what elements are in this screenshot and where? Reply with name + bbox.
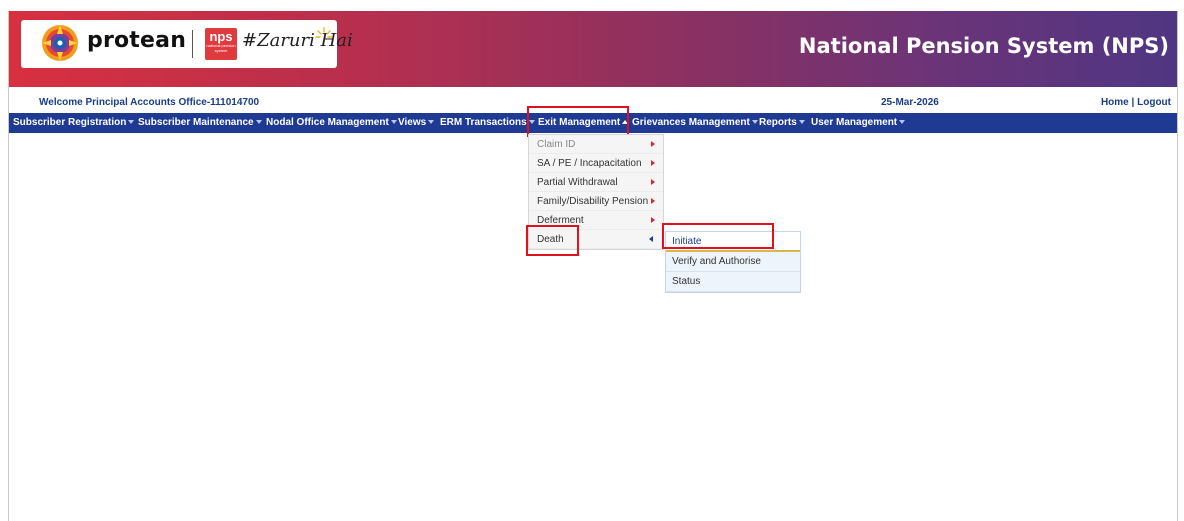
menu-label: Subscriber Registration xyxy=(13,117,127,128)
main-menu-bar: Subscriber Registration Subscriber Maint… xyxy=(9,113,1177,133)
caret-down-icon xyxy=(798,120,805,125)
brand-logos: protean nps national pension system #Zar… xyxy=(21,20,353,68)
sun-rays-icon xyxy=(315,27,333,38)
caret-down-icon xyxy=(390,120,397,125)
logo-divider xyxy=(192,30,193,58)
menu-subscriber-registration[interactable]: Subscriber Registration xyxy=(13,113,135,133)
death-submenu: Initiate Verify and Authorise Status xyxy=(665,231,801,293)
dropdown-item-sa-pe-incapacitation[interactable]: SA / PE / Incapacitation xyxy=(529,154,663,173)
caret-right-icon xyxy=(651,160,655,166)
caret-down-icon xyxy=(899,120,906,125)
dropdown-item-deferment[interactable]: Deferment xyxy=(529,211,663,230)
top-cropped-strip xyxy=(0,0,1184,11)
nps-badge-subtext: national pension system xyxy=(206,43,236,53)
dropdown-item-label: Deferment xyxy=(537,215,584,226)
tagline: #Zaruri Hai xyxy=(242,30,353,51)
dropdown-item-death[interactable]: Death xyxy=(529,230,663,249)
menu-user-management[interactable]: User Management xyxy=(811,113,906,133)
menu-label: Subscriber Maintenance xyxy=(138,117,254,128)
menu-erm-transactions[interactable]: ERM Transactions xyxy=(440,113,535,133)
site-header: protean nps national pension system #Zar… xyxy=(9,11,1177,87)
welcome-text: Welcome Principal Accounts Office-111014… xyxy=(39,97,260,108)
menu-grievances-management[interactable]: Grievances Management xyxy=(632,113,758,133)
submenu-item-verify-and-authorise[interactable]: Verify and Authorise xyxy=(666,252,800,272)
menu-views[interactable]: Views xyxy=(398,113,435,133)
logout-link[interactable]: Logout xyxy=(1137,97,1171,108)
menu-exit-management[interactable]: Exit Management xyxy=(538,113,629,133)
menu-label: Grievances Management xyxy=(632,117,750,128)
caret-right-icon xyxy=(651,198,655,204)
menu-nodal-office-management[interactable]: Nodal Office Management xyxy=(266,113,397,133)
caret-right-icon xyxy=(651,141,655,147)
caret-left-icon xyxy=(649,236,653,242)
link-separator: | xyxy=(1131,97,1135,108)
caret-down-icon xyxy=(128,120,135,125)
caret-down-icon xyxy=(528,120,535,125)
menu-reports[interactable]: Reports xyxy=(759,113,805,133)
dropdown-item-claim-id[interactable]: Claim ID xyxy=(529,135,663,154)
exit-management-dropdown: Claim ID SA / PE / Incapacitation Partia… xyxy=(528,134,664,250)
menu-subscriber-maintenance[interactable]: Subscriber Maintenance xyxy=(138,113,262,133)
dropdown-item-family-disability-pension[interactable]: Family/Disability Pension xyxy=(529,192,663,211)
current-date: 25-Mar-2026 xyxy=(881,97,939,108)
menu-label: Reports xyxy=(759,117,797,128)
submenu-item-initiate[interactable]: Initiate xyxy=(666,232,800,252)
caret-down-icon xyxy=(255,120,262,125)
nps-badge: nps national pension system xyxy=(205,28,237,60)
dropdown-item-partial-withdrawal[interactable]: Partial Withdrawal xyxy=(529,173,663,192)
menu-label: ERM Transactions xyxy=(440,117,527,128)
menu-label: Exit Management xyxy=(538,117,621,128)
home-logout-links: Home | Logout xyxy=(1101,97,1171,108)
caret-right-icon xyxy=(651,217,655,223)
dropdown-item-label: Family/Disability Pension xyxy=(537,196,649,207)
caret-right-icon xyxy=(651,179,655,185)
app-window: protean nps national pension system #Zar… xyxy=(8,11,1178,521)
submenu-item-status[interactable]: Status xyxy=(666,272,800,292)
dropdown-item-label: Claim ID xyxy=(537,139,576,150)
caret-up-icon xyxy=(622,120,629,125)
caret-down-icon xyxy=(751,120,758,125)
menu-label: Views xyxy=(398,117,427,128)
dropdown-item-label: SA / PE / Incapacitation xyxy=(537,158,642,169)
nps-badge-text: nps xyxy=(209,29,233,44)
caret-down-icon xyxy=(428,120,435,125)
brand-name: protean xyxy=(87,28,187,53)
dropdown-item-label: Partial Withdrawal xyxy=(537,177,618,188)
menu-label: User Management xyxy=(811,117,898,128)
menu-label: Nodal Office Management xyxy=(266,117,389,128)
protean-circle-icon xyxy=(42,25,78,61)
dropdown-item-label: Death xyxy=(537,234,564,245)
info-bar: Welcome Principal Accounts Office-111014… xyxy=(9,97,1177,111)
system-title: National Pension System (NPS) xyxy=(798,34,1169,58)
home-link[interactable]: Home xyxy=(1101,97,1129,108)
